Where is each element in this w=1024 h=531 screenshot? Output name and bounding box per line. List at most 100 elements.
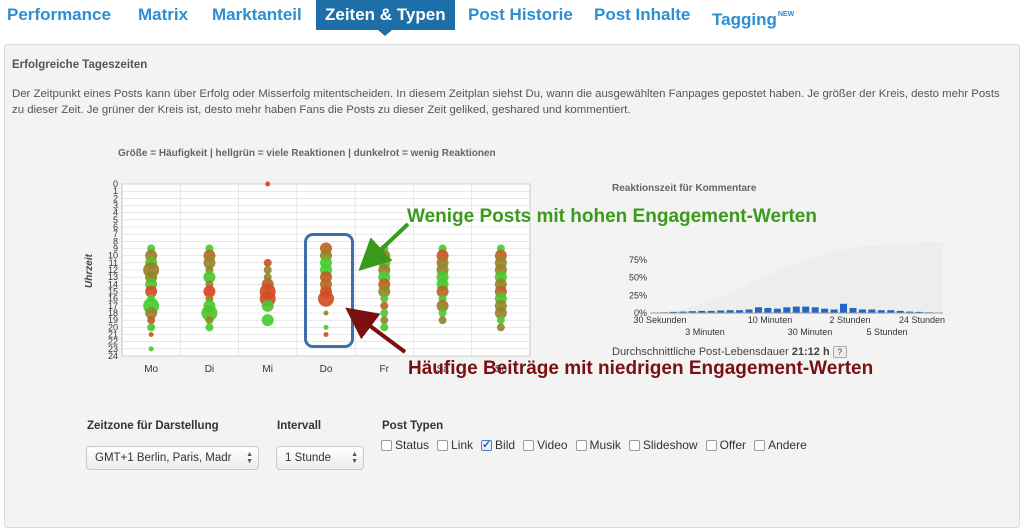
reaction-bar [868, 309, 876, 313]
section-title: Erfolgreiche Tageszeiten [12, 59, 148, 71]
checkbox-bild[interactable]: Bild [481, 438, 515, 452]
reaction-x-label: 24 Stunden [899, 315, 945, 325]
checkbox-label: Bild [495, 438, 516, 452]
tab-bar: Performance Matrix Marktanteil Zeiten & … [0, 0, 1024, 36]
reaction-bar [858, 309, 866, 313]
checkbox-label: Slideshow [642, 438, 698, 452]
checkbox-label: Status [395, 438, 430, 452]
new-badge: NEW [777, 11, 795, 18]
reaction-bar [764, 308, 772, 313]
y-axis-label: Uhrzeit [84, 253, 95, 288]
checkbox-musik[interactable]: Musik [575, 438, 621, 452]
post-lifetime: Durchschnittliche Post-Lebensdauer 21:12… [612, 346, 847, 359]
interval-select[interactable]: 1 Stunde ▲ ▼ [276, 446, 364, 470]
x-tick-label: Mo [144, 364, 158, 375]
timezone-select[interactable]: GMT+1 Berlin, Paris, Madr ▲ ▼ [86, 446, 259, 470]
bubble [263, 258, 272, 267]
reaction-bar [773, 308, 781, 313]
reaction-bar [792, 306, 800, 313]
reaction-x-label: 3 Minuten [685, 327, 725, 337]
reaction-bar [811, 307, 819, 313]
bubble [148, 332, 154, 337]
reaction-x-label: 5 Stunden [866, 327, 907, 337]
tab-matrix[interactable]: Matrix [138, 0, 188, 30]
bubble [205, 323, 214, 332]
bubble [147, 323, 156, 332]
section-description: Der Zeitpunkt eines Posts kann über Erfo… [12, 88, 1000, 116]
reaction-chart-title: Reaktionszeit für Kommentare [612, 183, 757, 194]
reaction-x-label: 2 Stunden [829, 315, 870, 325]
reaction-y-tick: 50% [629, 273, 647, 283]
y-tick-label: 24 [108, 351, 118, 361]
x-tick-label: Di [205, 364, 214, 375]
checkbox-label: Video [537, 438, 568, 452]
tab-marktanteil[interactable]: Marktanteil [212, 0, 302, 30]
bubble [147, 316, 156, 325]
checkbox-box[interactable] [437, 439, 449, 451]
annotation-arrows [345, 222, 410, 354]
tab-performance[interactable]: Performance [7, 0, 111, 30]
checkbox-box[interactable] [523, 439, 535, 451]
tab-post-inhalte[interactable]: Post Inhalte [594, 0, 690, 30]
bubble [148, 346, 154, 352]
checkbox-label: Offer [719, 438, 747, 452]
checkbox-box[interactable] [705, 439, 717, 451]
bubble-y-ticks: 0123456789101112131415161718192021222324 [108, 179, 118, 361]
bubble-chart-title: Größe = Häufigkeit | hellgrün = viele Re… [118, 148, 496, 159]
interval-label: Intervall [277, 420, 322, 432]
bubble [205, 316, 214, 325]
select-arrows-icon: ▲ ▼ [351, 451, 358, 465]
bubble [261, 299, 274, 312]
tab-post-historie[interactable]: Post Historie [468, 0, 573, 30]
active-tab-indicator [378, 30, 392, 36]
reaction-bar [849, 308, 857, 313]
reaction-x-label: 10 Minuten [748, 315, 793, 325]
reaction-y-tick: 75% [629, 255, 647, 265]
help-button[interactable]: ? [832, 346, 847, 359]
interval-value: 1 Stunde [285, 452, 332, 464]
reaction-chart: 0%25%50%75% 30 Sekunden 10 Minuten 2 Stund… [629, 242, 945, 337]
checkbox-box[interactable] [754, 439, 766, 451]
reaction-bar [783, 307, 791, 313]
reaction-bar [821, 308, 829, 313]
red-arrow [345, 307, 407, 354]
checkbox-link[interactable]: Link [437, 438, 473, 452]
reaction-bar [745, 309, 753, 313]
timezone-value: GMT+1 Berlin, Paris, Madr [95, 452, 232, 464]
tab-zeiten-typen[interactable]: Zeiten & Typen [316, 0, 455, 30]
tab-tagging[interactable]: TaggingNEW [712, 0, 794, 30]
reaction-x-label: 30 Minuten [788, 327, 833, 337]
x-tick-label: Mi [262, 364, 273, 375]
reaction-bar [802, 306, 810, 313]
checkbox-andere[interactable]: Andere [754, 438, 807, 452]
select-arrows-icon: ▲ ▼ [246, 451, 253, 465]
reaction-bar [840, 303, 847, 313]
bubble [496, 323, 505, 332]
checkbox-box[interactable] [381, 439, 392, 451]
tab-tagging-label: Tagging [712, 10, 777, 29]
checkbox-status[interactable]: Status [381, 438, 429, 452]
checkbox-label: Andere [768, 438, 807, 452]
reaction-bar [830, 309, 838, 313]
reaction-x-label: 30 Sekunden [633, 315, 686, 325]
reaction-y-ticks: 0%25%50%75% [629, 255, 647, 318]
cumulative-area [650, 242, 943, 313]
checkbox-label: Musik [589, 438, 621, 452]
post-types-checkboxes: Status Link Bild Video Musik Slideshow O… [381, 438, 815, 452]
checkbox-offer[interactable]: Offer [705, 438, 747, 452]
bubble [265, 181, 271, 187]
checkbox-label: Link [451, 438, 474, 452]
annotation-red-text: Häufige Beiträge mit niedrigen Engagemen… [408, 358, 874, 379]
reaction-bar [755, 307, 762, 313]
checkbox-video[interactable]: Video [523, 438, 568, 452]
bubble [496, 316, 505, 325]
checkbox-box[interactable] [575, 439, 587, 451]
checkbox-box[interactable] [628, 439, 640, 451]
green-arrow [358, 222, 410, 272]
checkbox-slideshow[interactable]: Slideshow [628, 438, 698, 452]
reaction-x-labels: 30 Sekunden 10 Minuten 2 Stunden 24 Stunden… [633, 315, 945, 337]
bubble [263, 266, 272, 274]
annotation-green-text: Wenige Posts mit hohen Engagement-Werten [407, 206, 817, 227]
checkbox-box-checked[interactable] [481, 438, 493, 451]
post-lifetime-label: Durchschnittliche Post-Lebensdauer [612, 346, 789, 358]
